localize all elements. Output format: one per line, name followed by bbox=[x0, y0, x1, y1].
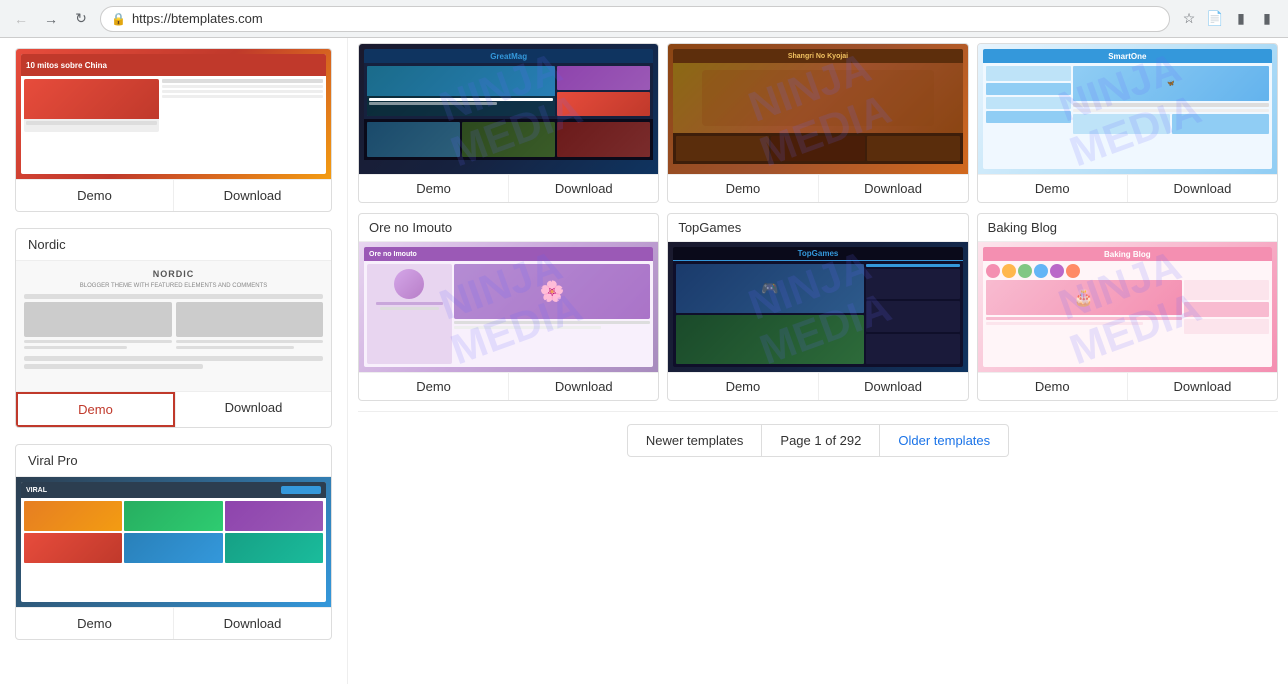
china-demo-link[interactable]: Demo bbox=[16, 180, 173, 211]
template-actions-viral: Demo Download bbox=[16, 607, 331, 639]
viral-pro-title: Viral Pro bbox=[16, 445, 331, 477]
ext2-button[interactable]: ▮ bbox=[1256, 8, 1278, 30]
older-templates-link[interactable]: Older templates bbox=[880, 424, 1009, 457]
page-wrapper: 10 mitos sobre China bbox=[0, 38, 1288, 684]
grid-card-smartone: SmartOne bbox=[977, 43, 1278, 203]
grid-actions-baking: Demo Download bbox=[978, 372, 1277, 400]
grid-card-shangri: Shangri No Kyojai bbox=[667, 43, 968, 203]
grid-row-2: Ore no Imouto Ore no Imouto bbox=[358, 213, 1278, 401]
template-actions-nordic: Demo Download bbox=[16, 391, 331, 427]
pdf-button[interactable]: 📄 bbox=[1204, 8, 1226, 30]
reload-button[interactable]: ↻ bbox=[70, 8, 92, 30]
grid-actions-smartone: Demo Download bbox=[978, 174, 1277, 202]
greatmag-demo-link[interactable]: Demo bbox=[359, 175, 508, 202]
browser-chrome: ← → ↻ 🔒 https://btemplates.com ☆ 📄 ▮ ▮ bbox=[0, 0, 1288, 38]
page-info: Page 1 of 292 bbox=[762, 424, 880, 457]
template-card-china: 10 mitos sobre China bbox=[15, 48, 332, 212]
nordic-download-link[interactable]: Download bbox=[176, 392, 331, 427]
template-image-viral: VIRAL bbox=[16, 477, 331, 607]
lock-icon: 🔒 bbox=[111, 12, 126, 26]
grid-image-ore: Ore no Imouto bbox=[359, 242, 658, 372]
sidebar: 10 mitos sobre China bbox=[0, 38, 348, 684]
template-image-china: 10 mitos sobre China bbox=[16, 49, 331, 179]
template-grid: GreatMag bbox=[348, 38, 1288, 684]
topgames-download-link[interactable]: Download bbox=[819, 373, 968, 400]
ore-title: Ore no Imouto bbox=[359, 214, 658, 242]
grid-image-smartone: SmartOne bbox=[978, 44, 1277, 174]
template-image-nordic: NORDIC BLOGGER THEME WITH FEATURED ELEME… bbox=[16, 261, 331, 391]
baking-download-link[interactable]: Download bbox=[1128, 373, 1277, 400]
forward-button[interactable]: → bbox=[40, 8, 62, 30]
smartone-demo-link[interactable]: Demo bbox=[978, 175, 1127, 202]
baking-title: Baking Blog bbox=[978, 214, 1277, 242]
newer-templates-link[interactable]: Newer templates bbox=[627, 424, 763, 457]
grid-actions-topgames: Demo Download bbox=[668, 372, 967, 400]
grid-image-greatmag: GreatMag bbox=[359, 44, 658, 174]
china-download-link[interactable]: Download bbox=[174, 180, 331, 211]
grid-card-ore: Ore no Imouto Ore no Imouto bbox=[358, 213, 659, 401]
greatmag-download-link[interactable]: Download bbox=[509, 175, 658, 202]
baking-demo-link[interactable]: Demo bbox=[978, 373, 1127, 400]
grid-card-topgames: TopGames TopGames 🎮 bbox=[667, 213, 968, 401]
viral-demo-link[interactable]: Demo bbox=[16, 608, 173, 639]
grid-actions-greatmag: Demo Download bbox=[359, 174, 658, 202]
grid-image-topgames: TopGames 🎮 bbox=[668, 242, 967, 372]
pagination: Newer templates Page 1 of 292 Older temp… bbox=[358, 411, 1278, 473]
shangri-download-link[interactable]: Download bbox=[819, 175, 968, 202]
browser-actions: ☆ 📄 ▮ ▮ bbox=[1178, 8, 1278, 30]
template-card-viral-pro: Viral Pro VIRAL bbox=[15, 444, 332, 640]
address-bar[interactable]: 🔒 https://btemplates.com bbox=[100, 6, 1170, 32]
topgames-demo-link[interactable]: Demo bbox=[668, 373, 817, 400]
grid-row-1: GreatMag bbox=[358, 43, 1278, 203]
url-text: https://btemplates.com bbox=[132, 11, 1159, 26]
ext1-button[interactable]: ▮ bbox=[1230, 8, 1252, 30]
nordic-title: Nordic bbox=[16, 229, 331, 261]
shangri-demo-link[interactable]: Demo bbox=[668, 175, 817, 202]
topgames-title: TopGames bbox=[668, 214, 967, 242]
back-button[interactable]: ← bbox=[10, 8, 32, 30]
grid-card-baking: Baking Blog Baking Blog bbox=[977, 213, 1278, 401]
grid-image-baking: Baking Blog bbox=[978, 242, 1277, 372]
nordic-demo-link[interactable]: Demo bbox=[16, 392, 175, 427]
ore-download-link[interactable]: Download bbox=[509, 373, 658, 400]
template-card-nordic: Nordic NORDIC BLOGGER THEME WITH FEATURE… bbox=[15, 228, 332, 428]
viral-download-link[interactable]: Download bbox=[174, 608, 331, 639]
template-actions-china: Demo Download bbox=[16, 179, 331, 211]
ore-demo-link[interactable]: Demo bbox=[359, 373, 508, 400]
main-content: 10 mitos sobre China bbox=[0, 38, 1288, 684]
grid-card-greatmag: GreatMag bbox=[358, 43, 659, 203]
grid-image-shangri: Shangri No Kyojai bbox=[668, 44, 967, 174]
smartone-download-link[interactable]: Download bbox=[1128, 175, 1277, 202]
grid-actions-shangri: Demo Download bbox=[668, 174, 967, 202]
star-button[interactable]: ☆ bbox=[1178, 8, 1200, 30]
grid-actions-ore: Demo Download bbox=[359, 372, 658, 400]
